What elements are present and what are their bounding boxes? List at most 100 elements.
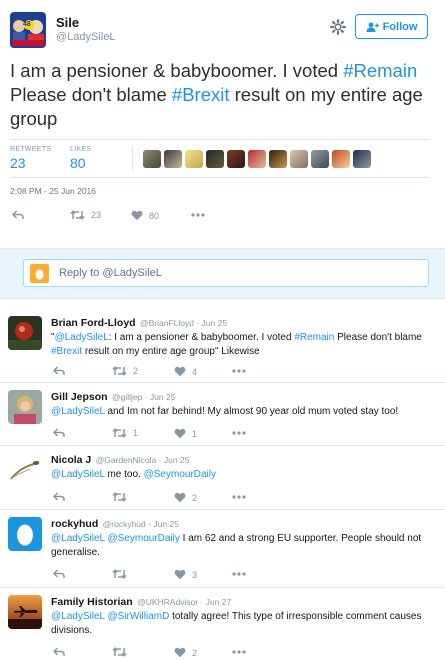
reply-date[interactable]: Jun 25 (150, 392, 176, 402)
mention-link[interactable]: @LadySileL (51, 406, 105, 417)
heart-icon (174, 366, 186, 377)
liker-avatar[interactable] (248, 150, 266, 168)
tweet-timestamp[interactable]: 2:08 PM - 25 Jun 2016 (10, 186, 96, 196)
retweets-stat[interactable]: RETWEETS 23 (10, 146, 51, 171)
hashtag-remain[interactable]: #Remain (343, 60, 417, 81)
liker-avatar[interactable] (206, 150, 224, 168)
likes-stat[interactable]: LIKES 80 (70, 146, 91, 171)
retweet-button[interactable]: 1 (112, 428, 138, 438)
reply-button[interactable] (53, 492, 65, 502)
author-avatar[interactable]: 48 (10, 12, 46, 48)
reply-avatar[interactable] (8, 517, 42, 551)
retweet-button[interactable]: 23 (70, 210, 101, 220)
reply-header: Family Historian @UKHRAdvisor · Jun 27 (51, 596, 231, 608)
reply-tweet[interactable]: rockyhud @rockyhud · Jun 25 @LadySileL @… (0, 511, 445, 588)
more-button[interactable] (232, 369, 246, 373)
mention-link[interactable]: @SeymourDaily (144, 469, 216, 480)
reply-author-name[interactable]: rockyhud (51, 518, 98, 530)
retweet-button[interactable]: 2 (112, 366, 138, 376)
reply-avatar[interactable] (8, 316, 42, 350)
mention-link[interactable]: @LadySileL (51, 533, 105, 544)
mention-link[interactable]: @LadySileL (51, 469, 105, 480)
reply-author-name[interactable]: Family Historian (51, 596, 133, 608)
reply-header: Brian Ford-Lloyd @BrianFLloyd · Jun 25 (51, 317, 227, 329)
more-icon (232, 650, 246, 654)
reply-date[interactable]: Jun 25 (202, 318, 228, 328)
reply-tweet[interactable]: Gill Jepson @gilljep · Jun 25 @LadySileL… (0, 384, 445, 446)
reply-tweet[interactable]: Brian Ford-Lloyd @BrianFLloyd · Jun 25 "… (0, 310, 445, 383)
liker-avatar[interactable] (185, 150, 203, 168)
like-count: 1 (192, 428, 198, 439)
reply-author-handle[interactable]: @GardenNicola (96, 455, 157, 465)
more-button[interactable] (232, 431, 246, 435)
author-handle[interactable]: @LadySileL (56, 31, 115, 43)
egg-avatar-icon (30, 264, 49, 283)
reply-avatar[interactable] (8, 595, 42, 629)
like-button[interactable]: 1 (174, 428, 197, 439)
like-button[interactable]: 2 (174, 492, 197, 503)
reply-author-name[interactable]: Nicola J (51, 454, 91, 466)
hashtag-brexit[interactable]: #Brexit (172, 84, 230, 105)
reply-author-handle[interactable]: @rockyhud (103, 519, 146, 529)
retweets-count: 23 (10, 155, 26, 171)
reply-tweet[interactable]: Family Historian @UKHRAdvisor · Jun 27 @… (0, 589, 445, 661)
liker-avatar[interactable] (311, 150, 329, 168)
like-button[interactable]: 4 (174, 366, 197, 377)
reply-avatar[interactable] (8, 390, 42, 424)
more-button[interactable] (232, 650, 246, 654)
reply-text: @LadySileL me too. @SeymourDaily (51, 468, 431, 482)
like-button[interactable]: 80 (131, 210, 159, 221)
reply-tweet[interactable]: Nicola J @GardenNicola · Jun 25 @LadySil… (0, 447, 445, 510)
reply-input[interactable]: Reply to @LadySileL (23, 259, 429, 287)
mention-link[interactable]: @LadySileL (51, 611, 105, 622)
reply-author-handle[interactable]: @gilljep (112, 392, 142, 402)
follow-button[interactable]: Follow (355, 14, 428, 39)
liker-avatar[interactable] (332, 150, 350, 168)
gear-icon[interactable] (329, 19, 347, 37)
retweet-button[interactable] (112, 647, 133, 657)
more-button[interactable] (232, 495, 246, 499)
mention-link[interactable]: @SirWilliamD (107, 611, 169, 622)
liker-avatar[interactable] (227, 150, 245, 168)
reply-text: "@LadySileL: I am a pensioner & babyboom… (51, 331, 431, 359)
reply-button[interactable] (53, 366, 65, 376)
reply-avatar[interactable] (8, 453, 42, 487)
reply-author-name[interactable]: Gill Jepson (51, 391, 108, 403)
reply-date[interactable]: Jun 25 (164, 455, 190, 465)
reply-date[interactable]: Jun 25 (153, 519, 179, 529)
reply-author-handle[interactable]: @UKHRAdvisor (137, 597, 198, 607)
liker-avatar[interactable] (290, 150, 308, 168)
mention-link[interactable]: @SeymourDaily (107, 533, 179, 544)
retweet-button[interactable] (112, 492, 133, 502)
liker-avatar[interactable] (353, 150, 371, 168)
like-button[interactable]: 3 (174, 569, 197, 580)
reply-icon (53, 492, 65, 501)
reply-button[interactable] (53, 647, 65, 657)
separator-dot: · (196, 318, 200, 328)
more-button[interactable] (232, 572, 246, 576)
heart-icon (174, 428, 186, 439)
reply-button[interactable] (53, 569, 65, 579)
reply-date[interactable]: Jun 27 (206, 597, 232, 607)
like-button[interactable]: 2 (174, 647, 197, 658)
reply-button[interactable] (53, 428, 65, 438)
more-icon (232, 572, 246, 576)
reply-author-handle[interactable]: @BrianFLloyd (140, 318, 194, 328)
author-name[interactable]: Sile (56, 15, 79, 30)
more-button[interactable] (191, 213, 205, 217)
heart-icon (174, 569, 186, 580)
avatar-badge: 48 (23, 21, 31, 28)
hashtag-link[interactable]: #Brexit (51, 346, 82, 357)
reply-icon (12, 210, 24, 219)
separator-dot: · (148, 519, 151, 529)
liker-avatar[interactable] (269, 150, 287, 168)
retweet-count: 2 (133, 366, 139, 376)
liker-avatar[interactable] (143, 150, 161, 168)
more-icon (191, 213, 205, 217)
hashtag-link[interactable]: #Remain (294, 332, 334, 343)
mention-link[interactable]: @LadySileL (55, 332, 109, 343)
retweet-button[interactable] (112, 569, 133, 579)
reply-author-name[interactable]: Brian Ford-Lloyd (51, 317, 136, 329)
liker-avatar[interactable] (164, 150, 182, 168)
reply-button[interactable] (12, 210, 24, 220)
